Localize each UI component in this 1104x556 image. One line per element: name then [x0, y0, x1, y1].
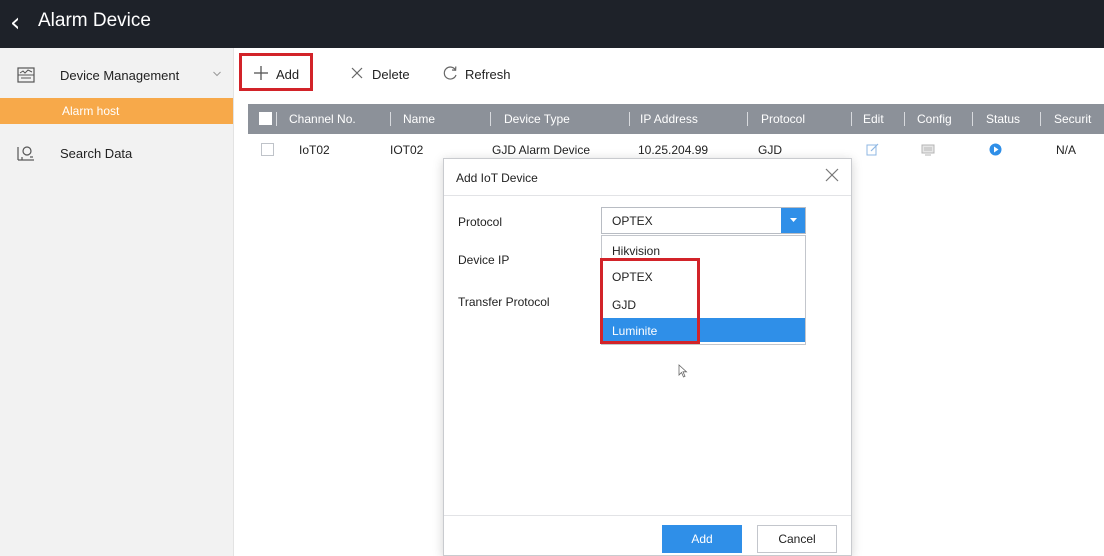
- status-play-icon[interactable]: [989, 143, 1002, 156]
- dialog-divider: [444, 195, 851, 196]
- column-header-edit[interactable]: Edit: [863, 104, 884, 134]
- column-separator: [629, 112, 630, 126]
- add-iot-device-dialog: Add IoT Device Protocol Device IP Transf…: [443, 158, 852, 556]
- column-separator: [972, 112, 973, 126]
- top-bar: ‹ Alarm Device: [0, 0, 1104, 48]
- cell-channel-no: IoT02: [299, 143, 330, 157]
- close-icon: [351, 67, 363, 79]
- protocol-select-value: OPTEX: [612, 214, 653, 228]
- delete-button-label: Delete: [372, 67, 410, 82]
- sidebar-item-alarm-host[interactable]: Alarm host: [0, 98, 233, 124]
- device-ip-label: Device IP: [458, 253, 510, 267]
- close-icon[interactable]: [823, 166, 841, 184]
- refresh-button-label: Refresh: [465, 67, 511, 82]
- dialog-cancel-button[interactable]: Cancel: [757, 525, 837, 553]
- column-separator: [904, 112, 905, 126]
- sidebar-item-search-data[interactable]: Search Data: [0, 138, 233, 168]
- dialog-add-button[interactable]: Add: [662, 525, 742, 553]
- column-header-status[interactable]: Status: [986, 104, 1020, 134]
- option-label: Hikvision: [612, 244, 661, 258]
- chevron-down-icon[interactable]: [213, 70, 221, 78]
- column-header-name[interactable]: Name: [403, 104, 435, 134]
- cell-protocol: GJD: [758, 143, 782, 157]
- column-header-channel-no[interactable]: Channel No.: [289, 104, 356, 134]
- sidebar-item-device-management[interactable]: Device Management: [0, 60, 233, 90]
- mouse-cursor-icon: [678, 364, 688, 378]
- column-separator: [851, 112, 852, 126]
- column-header-protocol[interactable]: Protocol: [761, 104, 805, 134]
- column-separator: [1040, 112, 1041, 126]
- transfer-protocol-label: Transfer Protocol: [458, 295, 550, 309]
- cell-name: IOT02: [390, 143, 424, 157]
- dialog-title: Add IoT Device: [456, 171, 538, 185]
- column-separator: [390, 112, 391, 126]
- column-separator: [490, 112, 491, 126]
- page-title: Alarm Device: [38, 10, 151, 31]
- refresh-icon: [443, 66, 457, 80]
- dropdown-arrow-icon[interactable]: [781, 208, 805, 233]
- back-arrow-icon[interactable]: ‹: [10, 8, 20, 38]
- delete-button[interactable]: Delete: [348, 60, 418, 88]
- options-highlight: [600, 258, 700, 344]
- sidebar-item-label: Device Management: [60, 68, 180, 83]
- dialog-footer-divider: [444, 515, 851, 516]
- protocol-label: Protocol: [458, 215, 503, 229]
- column-separator: [747, 112, 748, 126]
- column-header-device-type[interactable]: Device Type: [504, 104, 570, 134]
- cell-ip-address: 10.25.204.99: [638, 143, 709, 157]
- sidebar: Device Management Alarm host Search Data: [0, 48, 234, 556]
- cell-security: N/A: [1056, 143, 1077, 157]
- protocol-select[interactable]: OPTEX: [601, 207, 806, 234]
- column-header-config[interactable]: Config: [917, 104, 952, 134]
- column-header-ip-address[interactable]: IP Address: [640, 104, 698, 134]
- cell-device-type: GJD Alarm Device: [492, 143, 591, 157]
- search-data-icon: [17, 146, 34, 161]
- sidebar-item-label: Search Data: [60, 146, 133, 161]
- column-separator: [276, 112, 277, 126]
- edit-icon[interactable]: [866, 143, 879, 156]
- select-all-checkbox[interactable]: [259, 112, 272, 125]
- row-checkbox[interactable]: [261, 143, 274, 156]
- sidebar-item-label: Alarm host: [62, 104, 120, 118]
- device-management-icon: [17, 67, 35, 83]
- config-icon[interactable]: [921, 144, 935, 156]
- column-header-security[interactable]: Securit: [1054, 104, 1091, 134]
- table-header: Channel No. Name Device Type IP Address …: [248, 104, 1104, 134]
- refresh-button[interactable]: Refresh: [441, 60, 517, 88]
- toolbar: Add Delete Refresh: [235, 48, 1104, 100]
- add-button-highlight: [239, 53, 313, 91]
